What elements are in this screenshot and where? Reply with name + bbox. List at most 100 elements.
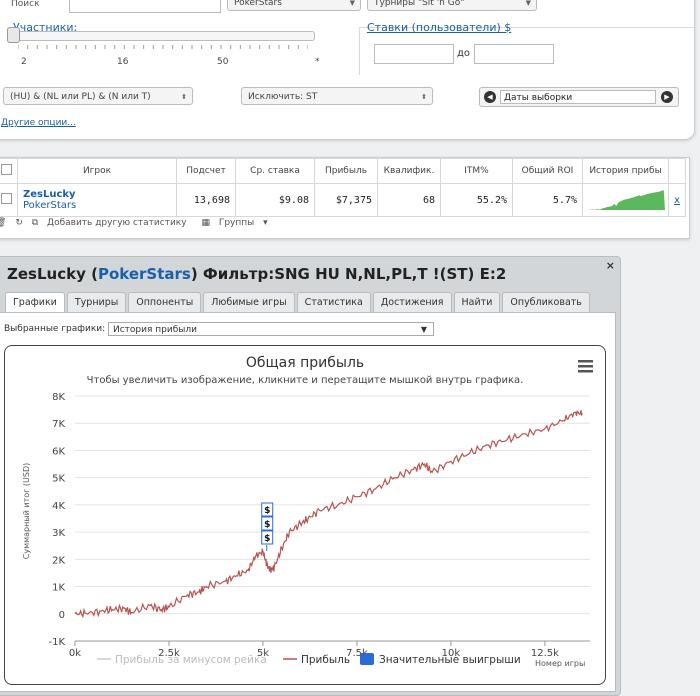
history-cell[interactable] bbox=[582, 183, 669, 217]
col-header-count[interactable]: Подсчет bbox=[176, 158, 236, 184]
chevron-down-icon: ▼ bbox=[420, 325, 427, 334]
stats-table: Игрок Подсчет Ср. ставка Прибыль Квалифи… bbox=[0, 158, 686, 217]
stakes-max-input[interactable] bbox=[474, 44, 554, 64]
chart-series bbox=[74, 410, 583, 619]
title-player: ZesLucky bbox=[7, 265, 86, 283]
col-header-player[interactable]: Игрок bbox=[17, 158, 177, 184]
exclude-select[interactable]: Исключить: ST ⬍ bbox=[241, 87, 433, 105]
qual-cell: 68 bbox=[377, 183, 441, 217]
close-icon[interactable]: × bbox=[606, 259, 615, 272]
date-range-input[interactable]: Даты выборки bbox=[500, 90, 656, 104]
player-cell: ZesLucky PokerStars bbox=[17, 183, 177, 217]
chevron-down-icon: ▾ bbox=[263, 218, 268, 228]
tab-opponents[interactable]: Оппоненты bbox=[128, 292, 202, 312]
chart-legend: Прибыль за минусом рейка Прибыль Значите… bbox=[97, 653, 521, 666]
legend-item-rake[interactable]: Прибыль за минусом рейка bbox=[115, 654, 267, 666]
col-header-history[interactable]: История прибы bbox=[582, 158, 669, 184]
more-options-link[interactable]: Другие опции... bbox=[1, 118, 76, 128]
title-filter: Фильтр:SNG HU N,NL,PL,T !(ST) E:2 bbox=[202, 265, 507, 283]
date-range-box: ◀ Даты выборки ▶ bbox=[479, 87, 679, 107]
stakes-to-label: до bbox=[457, 48, 471, 59]
col-header-roi[interactable]: Общий ROI bbox=[512, 158, 583, 184]
title-site-link[interactable]: PokerStars bbox=[98, 265, 191, 283]
y-axis-label: Суммарный итог (USD) bbox=[22, 463, 31, 560]
tab-achievements[interactable]: Достижения bbox=[372, 292, 452, 312]
chevron-down-icon: ▼ bbox=[525, 0, 531, 7]
col-header-profit[interactable]: Прибыль bbox=[314, 158, 378, 184]
add-stat-icon: ⧉ bbox=[31, 218, 39, 228]
y-tick-label: 6K bbox=[52, 446, 65, 457]
stats-toolbar: 🗑 ↻ ⧉ Добавить другую статистику ▦ Групп… bbox=[0, 218, 280, 234]
slider-ticks bbox=[18, 45, 308, 49]
flag-label: $ bbox=[264, 506, 270, 516]
formula-select[interactable]: (HU) & (NL или PL) & (N или T) ⬍ bbox=[3, 87, 193, 105]
search-input[interactable] bbox=[69, 0, 221, 13]
flag-label: $ bbox=[264, 534, 270, 544]
flag-label: $ bbox=[264, 520, 270, 530]
filter-panel: Поиск PokerStars ▼ Турниры "Sit 'n Go" ▼ У… bbox=[0, 0, 695, 140]
col-header-itm[interactable]: ITM% bbox=[440, 158, 513, 184]
y-tick-label: 8K bbox=[52, 392, 65, 403]
slider-handle[interactable] bbox=[7, 27, 20, 43]
y-tick-label: 7K bbox=[52, 419, 65, 430]
checkbox-icon[interactable] bbox=[1, 193, 12, 204]
chart-grid bbox=[75, 395, 590, 642]
refresh-icon[interactable]: ↻ bbox=[15, 218, 23, 228]
remove-row-link[interactable]: x bbox=[668, 183, 686, 217]
trash-icon[interactable]: 🗑 bbox=[0, 218, 6, 228]
roi-cell: 5.7% bbox=[512, 183, 583, 217]
menu-icon[interactable] bbox=[578, 360, 593, 373]
player-site-link[interactable]: PokerStars bbox=[23, 200, 171, 211]
legend-item-profit[interactable]: Прибыль bbox=[301, 654, 350, 666]
tab-statistics[interactable]: Статистика bbox=[296, 292, 371, 312]
participants-slider[interactable] bbox=[15, 31, 315, 41]
graph-select[interactable]: История прибыли ▼ bbox=[108, 322, 434, 336]
significant-wins-flags[interactable]: $ $ $ bbox=[261, 502, 274, 551]
player-name-link[interactable]: ZesLucky bbox=[23, 189, 171, 200]
prev-icon[interactable]: ◀ bbox=[484, 91, 496, 103]
groups-icon: ▦ bbox=[201, 218, 210, 228]
stats-panel: Игрок Подсчет Ср. ставка Прибыль Квалифи… bbox=[0, 157, 690, 239]
legend-item-flags[interactable]: Значительные выигрыши bbox=[379, 654, 521, 666]
itm-cell: 55.2% bbox=[440, 183, 513, 217]
chevron-down-icon: ▼ bbox=[349, 0, 355, 7]
y-tick-label: 0 bbox=[59, 610, 65, 621]
y-tick-label: 2K bbox=[52, 555, 65, 566]
groups-button[interactable]: ▦ Группы ▾ bbox=[201, 218, 273, 228]
chart-svg[interactable]: Общая прибыль Чтобы увеличить изображени… bbox=[5, 346, 605, 684]
y-tick-label: 4K bbox=[52, 501, 65, 512]
chevron-updown-icon: ⬍ bbox=[421, 93, 427, 101]
tab-search[interactable]: Найти bbox=[453, 292, 501, 312]
tournament-select[interactable]: Турниры "Sit 'n Go" ▼ bbox=[367, 0, 537, 11]
graph-select-label: Выбранные графики: bbox=[4, 324, 106, 334]
add-stat-button[interactable]: ⧉ Добавить другую статистику bbox=[32, 218, 193, 228]
profit-series-line bbox=[74, 410, 583, 619]
row-select-cell[interactable] bbox=[0, 183, 18, 217]
profit-sparkline[interactable] bbox=[585, 187, 666, 211]
legend-swatch-flags bbox=[360, 653, 374, 665]
stakes-label[interactable]: Ставки (пользователи) $ bbox=[367, 21, 511, 34]
site-select[interactable]: PokerStars ▼ bbox=[227, 0, 361, 11]
tick-label: 50 bbox=[217, 57, 229, 67]
col-header-avg-stake[interactable]: Ср. ставка bbox=[235, 158, 315, 184]
x-tick-label: 0k bbox=[69, 648, 81, 659]
tab-favorite-games[interactable]: Любимые игры bbox=[203, 292, 295, 312]
y-tick-label: 5K bbox=[52, 474, 65, 485]
table-header-row: Игрок Подсчет Ср. ставка Прибыль Квалифи… bbox=[0, 158, 686, 184]
tab-charts[interactable]: Графики bbox=[5, 292, 65, 313]
chart-title: Общая прибыль bbox=[246, 355, 364, 371]
col-header-qual[interactable]: Квалифик. bbox=[377, 158, 441, 184]
x-axis-label: Номер игры bbox=[535, 659, 585, 668]
tab-publish[interactable]: Опубликовать bbox=[502, 292, 590, 312]
profit-chart[interactable]: Общая прибыль Чтобы увеличить изображени… bbox=[4, 345, 606, 685]
tab-bar: Графики Турниры Оппоненты Любимые игры Стати… bbox=[5, 292, 592, 313]
search-label: Поиск bbox=[11, 0, 40, 9]
next-icon[interactable]: ▶ bbox=[661, 91, 673, 103]
tab-tournaments[interactable]: Турниры bbox=[66, 292, 127, 312]
stakes-min-input[interactable] bbox=[374, 44, 454, 64]
table-row: ZesLucky PokerStars 13,698 $9.08 $7,375 … bbox=[0, 183, 686, 217]
select-all-header[interactable] bbox=[0, 158, 18, 184]
checkbox-icon[interactable] bbox=[1, 164, 12, 175]
tick-label: 2 bbox=[21, 57, 27, 67]
charts-tab-panel: Выбранные графики: История прибыли ▼ Общ… bbox=[0, 312, 616, 692]
